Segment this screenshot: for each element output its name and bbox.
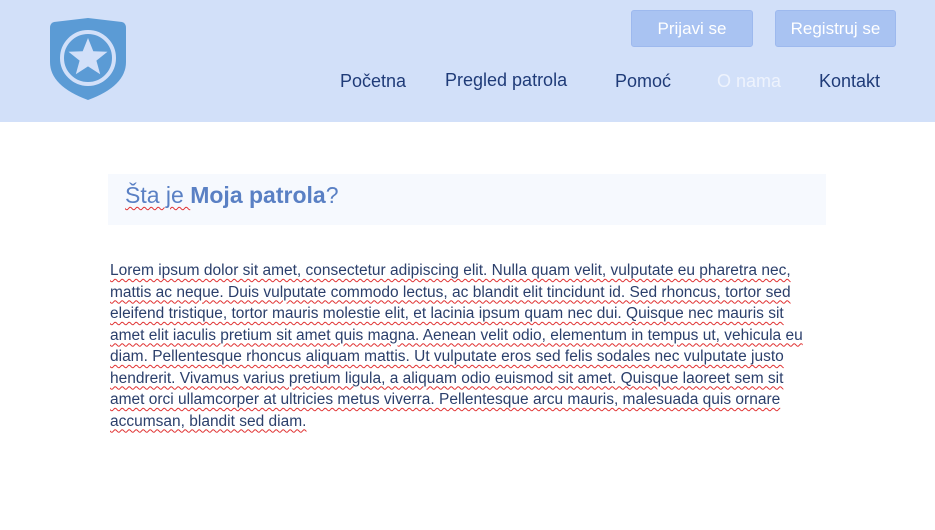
nav-item-about[interactable]: O nama bbox=[717, 71, 781, 92]
about-paragraph: Lorem ipsum dolor sit amet, consectetur … bbox=[110, 262, 803, 430]
login-button[interactable]: Prijavi se bbox=[631, 10, 753, 47]
nav-item-help[interactable]: Pomoć bbox=[615, 71, 671, 92]
title-prefix: Šta je bbox=[125, 182, 191, 208]
nav-item-patrol-overview[interactable]: Pregled patrola bbox=[445, 70, 567, 91]
title-suffix: ? bbox=[325, 182, 339, 208]
nav-item-contact[interactable]: Kontakt bbox=[819, 71, 880, 92]
police-badge-icon[interactable] bbox=[48, 16, 128, 102]
register-button[interactable]: Registruj se bbox=[775, 10, 896, 47]
page-title: Šta je Moja patrola? bbox=[125, 182, 338, 209]
title-brand: Moja patrola bbox=[190, 182, 326, 208]
site-header: Prijavi se Registruj se Početna Pregled … bbox=[0, 0, 935, 122]
nav-item-home[interactable]: Početna bbox=[340, 71, 406, 92]
page-title-box: Šta je Moja patrola? bbox=[108, 174, 826, 225]
